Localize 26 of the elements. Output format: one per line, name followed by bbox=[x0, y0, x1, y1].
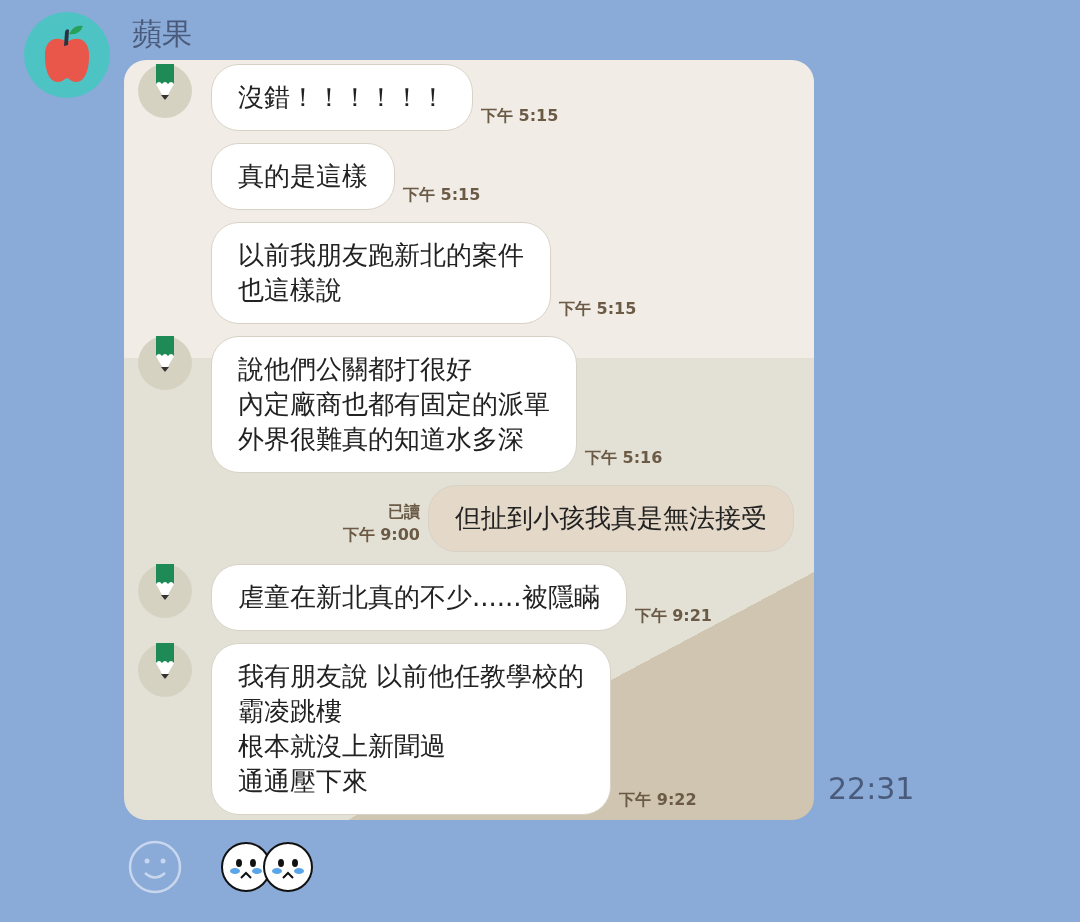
message-text: 根本就沒上新聞過 bbox=[238, 730, 447, 763]
message-time: 下午 5:15 bbox=[559, 299, 637, 320]
message-text: 但扯到小孩我真是無法接受 bbox=[455, 502, 767, 535]
read-receipt: 已讀 bbox=[388, 502, 420, 523]
message-text: 說他們公關都打很好 bbox=[238, 353, 473, 386]
message-text: 真的是這樣 bbox=[238, 160, 368, 193]
message-time: 下午 5:15 bbox=[403, 185, 481, 206]
message-text: 我有朋友說 以前他任教學校的 bbox=[238, 660, 585, 693]
message-text: 通通壓下來 bbox=[238, 765, 369, 798]
message-text: 外界很難真的知道水多深 bbox=[238, 423, 525, 456]
message-text: 霸凌跳樓 bbox=[238, 695, 343, 728]
message-text: 以前我朋友跑新北的案件 bbox=[238, 239, 524, 272]
message-text: 沒錯！！！！！！ bbox=[238, 81, 446, 114]
message-time: 下午 5:15 bbox=[481, 106, 559, 127]
message-time: 下午 9:22 bbox=[619, 790, 697, 811]
message-time: 下午 9:00 bbox=[342, 525, 420, 546]
contact-name: 蘋果 bbox=[131, 15, 193, 53]
message-time: 下午 9:21 bbox=[634, 606, 712, 627]
message-text: 虐童在新北真的不少......被隱瞞 bbox=[238, 581, 600, 614]
message-time: 下午 5:16 bbox=[585, 448, 663, 469]
message-text: 也這樣說 bbox=[238, 274, 343, 307]
crying-emoji-sticker[interactable] bbox=[220, 841, 314, 893]
message-text: 內定廠商也都有固定的派單 bbox=[238, 388, 550, 421]
apple-avatar-icon[interactable] bbox=[24, 12, 110, 98]
smiley-icon[interactable] bbox=[128, 840, 182, 894]
message-time: 22:31 bbox=[828, 771, 915, 808]
